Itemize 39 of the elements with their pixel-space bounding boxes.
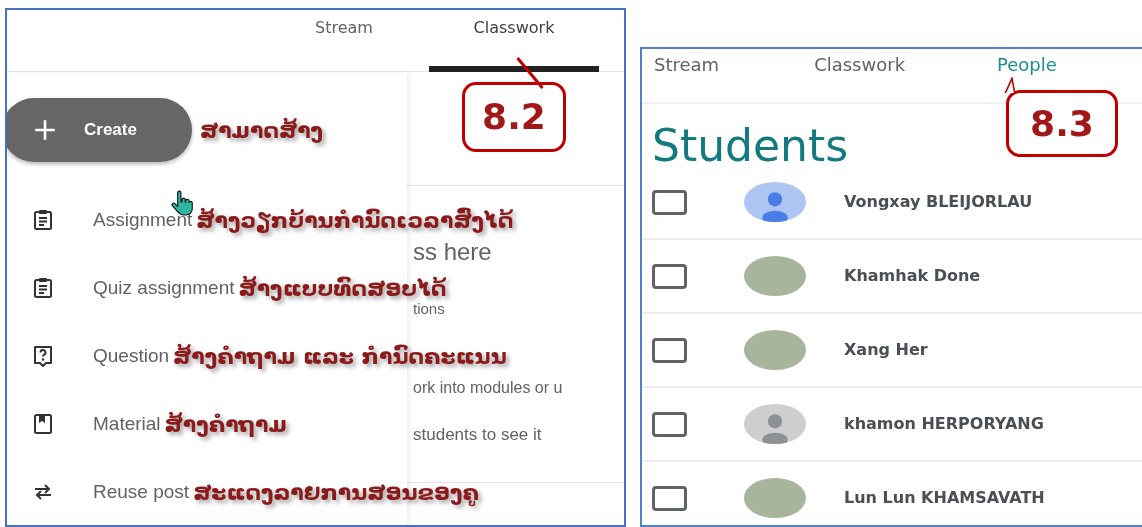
clipboard-icon [31,276,55,300]
menu-item[interactable]: Question [31,341,170,371]
checkbox[interactable] [652,189,687,215]
checkbox[interactable] [652,337,687,363]
section-heading: Students [652,122,849,171]
annotation-text: ສ້າງວຽກບ້ານກຳນົດເວລາສົ່ງໄດ້ [196,206,514,235]
annotation-text: ສ້າງແບບທົດສອບໄດ້ [238,274,447,303]
tab[interactable]: Stream [654,51,720,78]
annotation-text: ສາມາດສ້າງ [200,116,324,145]
background-text: students to see it [413,424,542,446]
tab[interactable]: People [997,51,1057,78]
annotation-text: ສະແດງລາຍການສອນຂອງຄູ [193,478,479,509]
callout-label: 8.2 [462,82,566,152]
menu-item[interactable]: Material [31,409,161,439]
checkbox[interactable] [652,411,687,437]
create-button[interactable]: Create [7,98,192,162]
callout-label: 8.3 [1006,90,1118,157]
menu-item[interactable]: Assignment [31,205,193,235]
annotation-text: ສ້າງຄຳຖາມ [164,410,287,439]
question-icon [31,344,55,368]
tab[interactable]: Classwork [429,10,599,72]
student-name: Vongxay BLEIJORLAU [844,191,1033,214]
annotation-text: ສ້າງຄຳຖາມ ແລະ ກຳນົດຄະແນນ [173,342,507,371]
background-text: ork into modules or u [413,378,563,398]
background-text: ss here [413,237,492,267]
student-name: khamon HERPORYANG [844,413,1044,436]
tab[interactable]: Stream [259,10,429,72]
plus-icon [32,117,58,143]
menu-item[interactable]: Reuse post [31,477,190,507]
background-text: tions [413,300,445,319]
bookmark-icon [31,412,55,436]
student-name: Xang Her [844,339,928,362]
checkbox[interactable] [652,263,687,289]
student-name: Khamhak Done [844,265,981,288]
clipboard-icon [31,208,55,232]
student-name: Lun Lun KHAMSAVATH [844,487,1045,510]
tab[interactable]: Classwork [814,51,906,78]
menu-item[interactable]: Quiz assignment [31,273,235,303]
checkbox[interactable] [652,485,687,511]
